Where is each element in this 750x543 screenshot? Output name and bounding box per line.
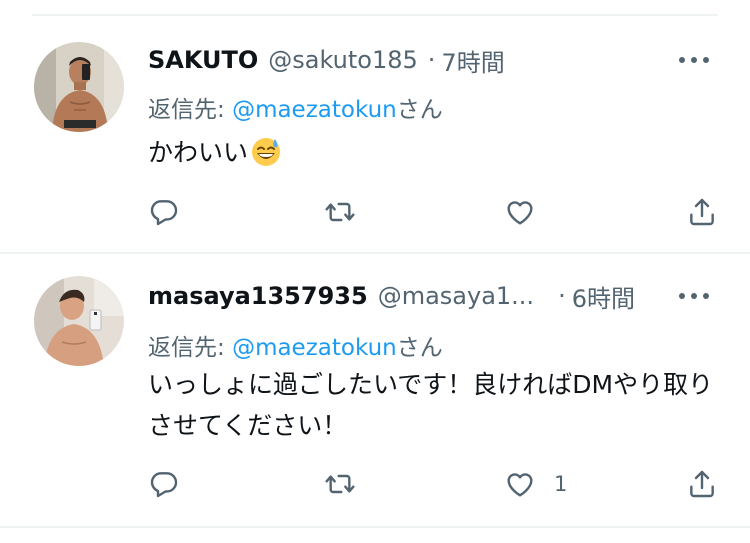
separator-dot: ·: [427, 46, 436, 74]
reply-suffix: さん: [396, 97, 443, 123]
separator-dot: ·: [558, 282, 566, 310]
tweet-actions: 1: [148, 464, 720, 504]
reply-button[interactable]: [148, 464, 180, 504]
reply-prefix: 返信先:: [148, 97, 233, 123]
share-button[interactable]: [686, 192, 718, 232]
reply-to-line: 返信先: @maezatokunさん: [148, 328, 443, 362]
display-name[interactable]: masaya1357935: [148, 282, 368, 310]
timestamp[interactable]: 6時間: [572, 279, 635, 314]
grinning-face-with-sweat-icon: [250, 135, 282, 167]
tweet-text: いっしょに過ごしたいです！良ければDMやり取りさせてください！: [148, 364, 722, 446]
handle[interactable]: @sakuto185: [268, 46, 417, 74]
reply-icon: [150, 472, 178, 498]
reply-button[interactable]: [148, 192, 180, 232]
handle[interactable]: @masaya1...: [378, 282, 534, 310]
more-icon[interactable]: [670, 276, 710, 316]
avatar-image: [34, 42, 124, 132]
reply-mention-link[interactable]: @maezatokun: [232, 335, 397, 361]
tweet-divider: [0, 526, 750, 528]
retweet-icon: [325, 474, 355, 494]
tweet-text: かわいい: [148, 132, 722, 173]
tweet-reply-1[interactable]: SAKUTO @sakuto185 · 7時間 返信先: @maezatokun…: [0, 16, 750, 252]
reply-icon: [150, 200, 178, 226]
tweet-text-body: かわいい: [148, 138, 249, 167]
avatar[interactable]: [34, 276, 124, 366]
retweet-button[interactable]: [324, 192, 356, 232]
retweet-button[interactable]: [324, 464, 356, 504]
display-name[interactable]: SAKUTO: [148, 46, 258, 74]
tweet-reply-2[interactable]: masaya1357935 @masaya1... · 6時間 返信先: @ma…: [0, 254, 750, 526]
tweet-actions: [148, 192, 720, 232]
heart-icon: [507, 473, 533, 497]
heart-icon: [507, 201, 533, 225]
share-icon: [690, 470, 714, 498]
avatar[interactable]: [34, 42, 124, 132]
avatar-image: [34, 276, 124, 366]
like-count: 1: [554, 472, 568, 496]
more-icon[interactable]: [670, 40, 710, 80]
like-button[interactable]: 1: [504, 464, 567, 504]
tweet-text-body: いっしょに過ごしたいです！良ければDMやり取りさせてください！: [148, 370, 714, 440]
retweet-icon: [325, 202, 355, 222]
reply-mention-link[interactable]: @maezatokun: [232, 97, 397, 123]
like-button[interactable]: [504, 192, 554, 232]
tweet-header: SAKUTO @sakuto185 · 7時間: [148, 40, 710, 80]
reply-suffix: さん: [396, 335, 443, 361]
share-icon: [690, 198, 714, 226]
reply-prefix: 返信先:: [148, 335, 233, 361]
share-button[interactable]: [686, 464, 718, 504]
timestamp[interactable]: 7時間: [441, 43, 504, 78]
tweet-header: masaya1357935 @masaya1... · 6時間: [148, 276, 710, 316]
reply-to-line: 返信先: @maezatokunさん: [148, 90, 443, 124]
